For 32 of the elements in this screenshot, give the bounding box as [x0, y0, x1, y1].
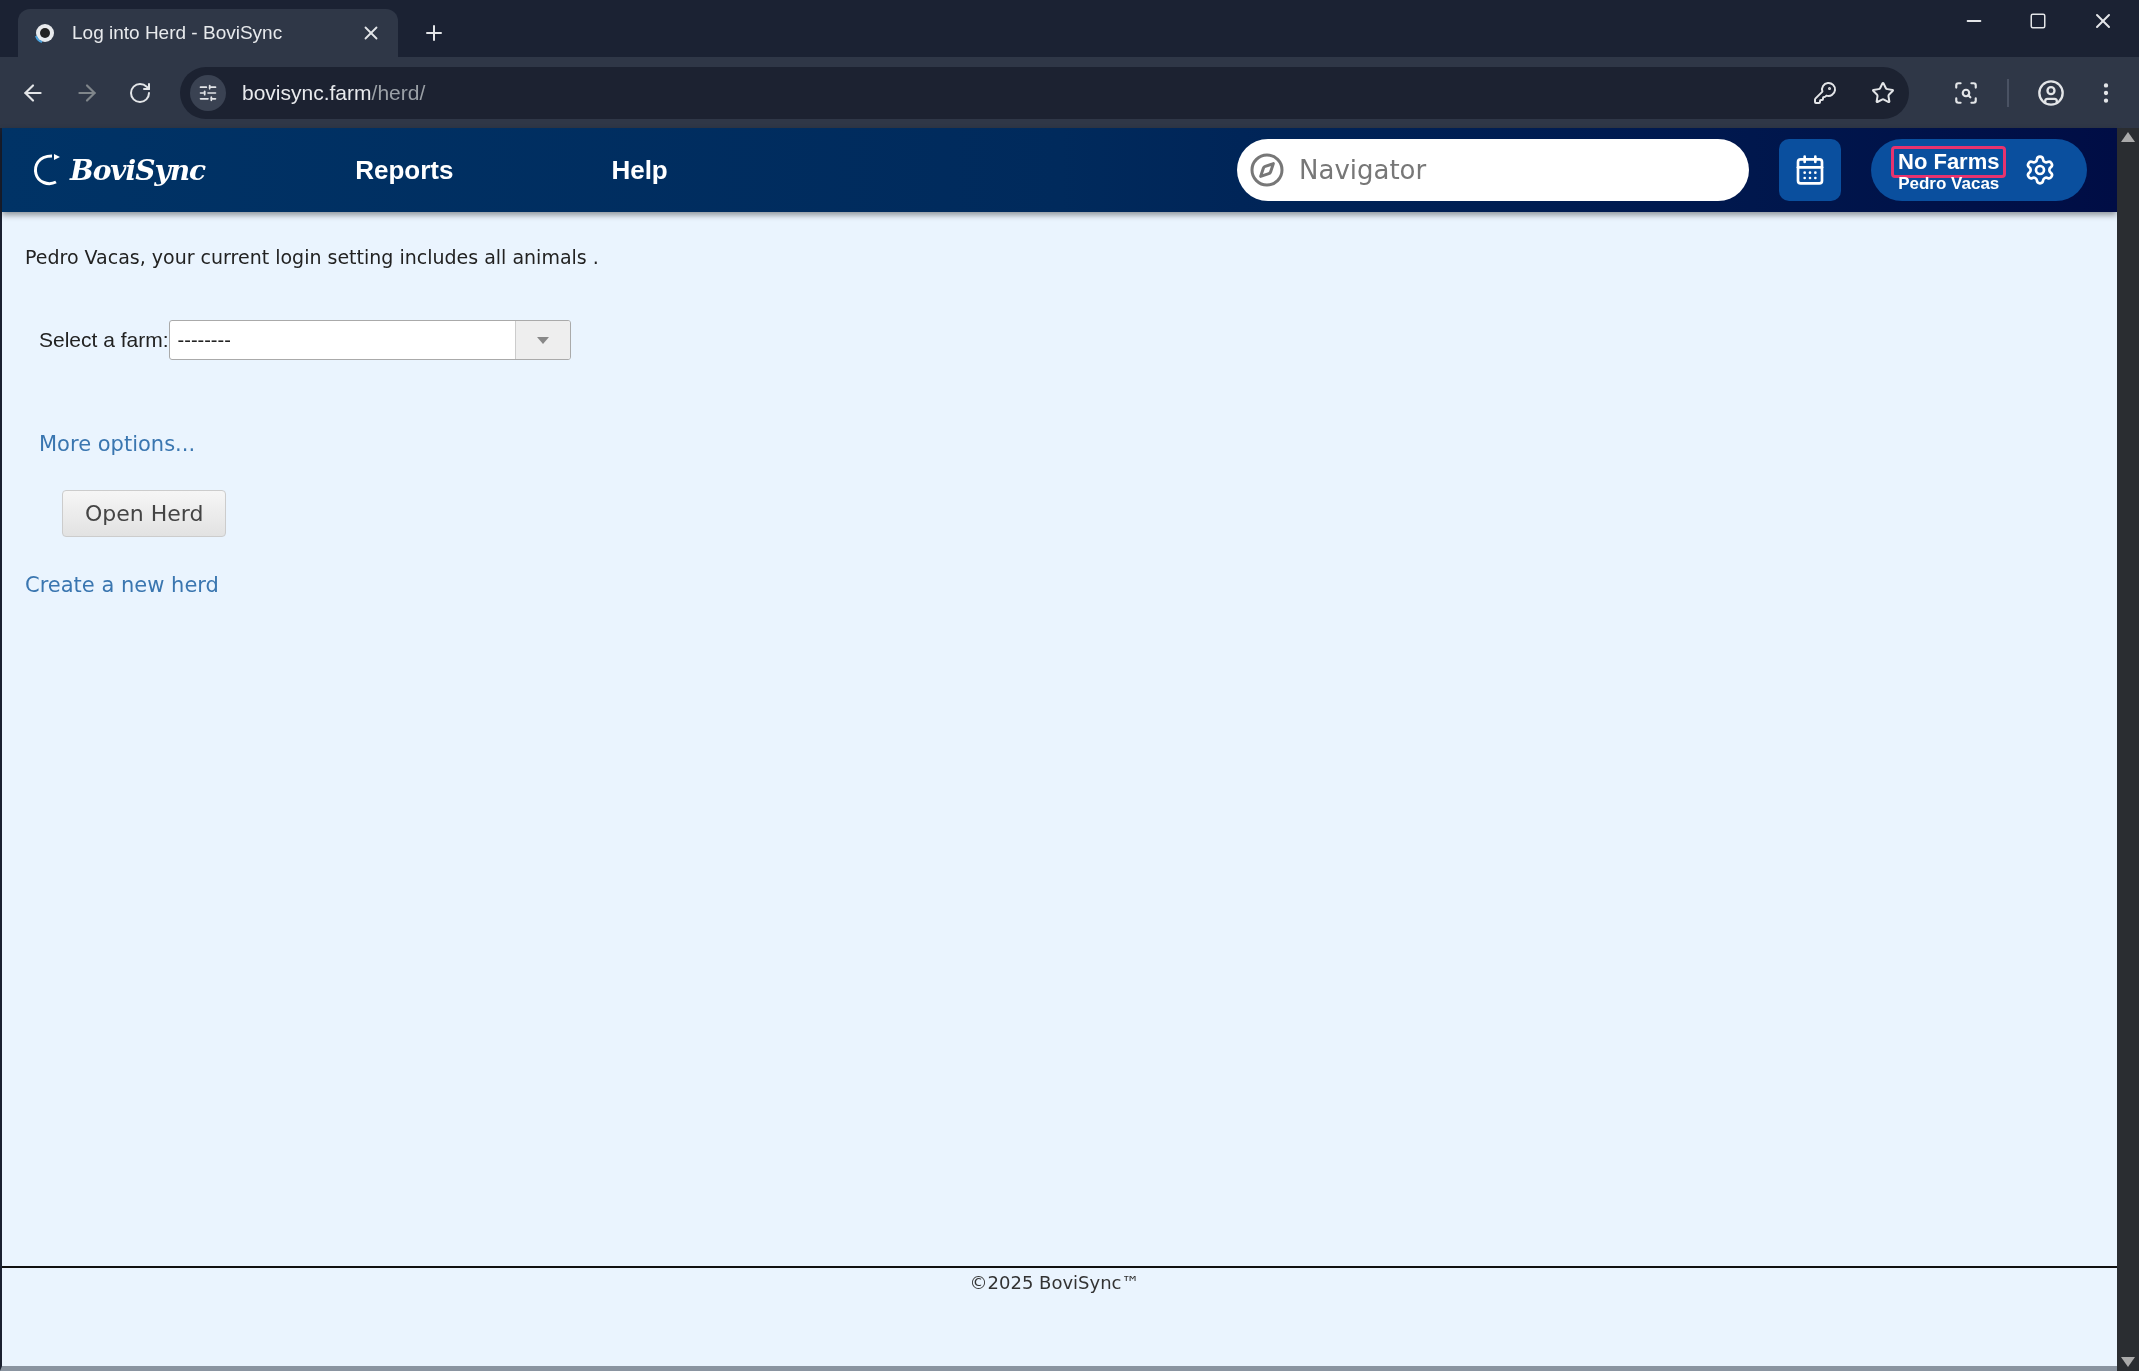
farm-name: No Farms — [1891, 146, 2007, 178]
nav-link[interactable]: Help — [611, 154, 668, 186]
tab-title: Log into Herd - BoviSync — [72, 22, 284, 44]
more-options-link[interactable]: More options... — [39, 432, 196, 456]
logo-text: BoviSync — [70, 153, 206, 187]
maximize-icon[interactable] — [2029, 11, 2047, 30]
url-text: bovisync.farm/herd/ — [242, 80, 427, 105]
browser-tab[interactable]: Log into Herd - BoviSync — [18, 9, 398, 57]
open-herd-button[interactable]: Open Herd — [62, 490, 227, 537]
scroll-up-icon[interactable] — [2121, 132, 2135, 142]
copyright-text: ©2025 BoviSync™ — [969, 1272, 1140, 1295]
profile-icon[interactable] — [2037, 78, 2065, 107]
select-label: Select a farm: — [39, 328, 169, 352]
create-herd-link[interactable]: Create a new herd — [25, 573, 219, 597]
caret-icon — [536, 336, 549, 344]
tab-search-icon[interactable] — [1953, 79, 1979, 106]
reload-icon[interactable] — [128, 80, 152, 105]
scroll-down-icon[interactable] — [2121, 1357, 2135, 1367]
calendar-icon — [1794, 154, 1826, 186]
compass-icon — [1249, 152, 1285, 188]
favicon-icon — [34, 22, 56, 44]
key-icon[interactable] — [1813, 80, 1837, 105]
calendar-button[interactable] — [1779, 139, 1841, 201]
address-bar[interactable]: bovisync.farm/herd/ — [180, 66, 1909, 119]
swirl-icon — [32, 152, 62, 188]
account-button[interactable]: No Farms Pedro Vacas — [1871, 139, 2087, 201]
bookmark-star-icon[interactable] — [1871, 80, 1895, 105]
farm-select[interactable]: -------- — [168, 320, 571, 360]
nav-link[interactable]: Reports — [355, 154, 454, 186]
site-settings-icon[interactable] — [190, 74, 226, 111]
navigator-field[interactable]: Navigator — [1237, 139, 1749, 201]
login-message: Pedro Vacas, your current login setting includes all animals . — [25, 246, 599, 268]
